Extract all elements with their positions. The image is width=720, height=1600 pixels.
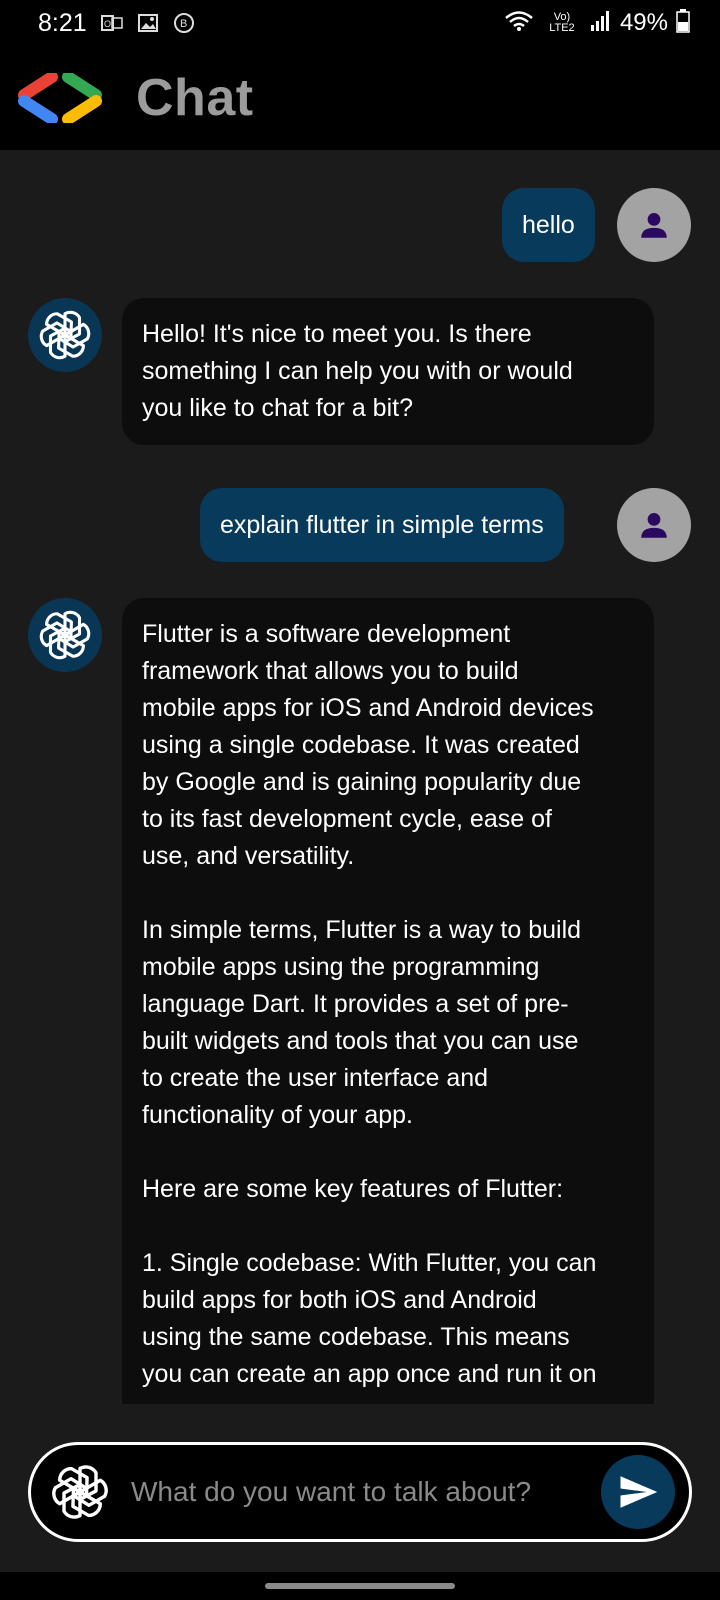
openai-logo-icon	[39, 610, 91, 660]
developer-brackets-logo	[14, 71, 106, 125]
openai-logo-icon	[39, 310, 91, 360]
send-icon	[620, 1476, 658, 1508]
user-avatar	[617, 488, 691, 562]
assistant-message-bubble: Hello! It's nice to meet you. Is there s…	[122, 298, 654, 445]
user-avatar	[617, 188, 691, 262]
svg-text:O: O	[104, 19, 111, 29]
signal-icon	[590, 10, 612, 37]
svg-text:B: B	[180, 18, 187, 30]
person-icon	[641, 512, 667, 538]
b-badge-icon: B	[173, 13, 195, 33]
wifi-icon	[504, 10, 534, 37]
volte-lte2-icon: Vo) LTE2	[549, 11, 575, 34]
page-title: Chat	[136, 69, 254, 127]
status-right: Vo) LTE2 49%	[504, 8, 690, 38]
battery-icon	[676, 8, 690, 38]
assistant-avatar	[28, 598, 102, 672]
assistant-message-bubble: Flutter is a software development framew…	[122, 598, 654, 1404]
assistant-avatar	[28, 298, 102, 372]
app-bar: Chat	[0, 46, 720, 150]
composer	[28, 1442, 692, 1542]
chat-message-list[interactable]: hello Hello! It's nice to meet you. Is t…	[0, 150, 720, 1404]
send-button[interactable]	[601, 1455, 675, 1529]
home-indicator[interactable]	[265, 1583, 455, 1589]
user-message-bubble: hello	[502, 188, 595, 262]
message-input[interactable]	[129, 1475, 601, 1509]
system-nav-bar	[0, 1572, 720, 1600]
user-message-bubble: explain flutter in simple terms	[200, 488, 564, 562]
gallery-icon	[137, 13, 159, 33]
battery-percent: 49%	[619, 9, 668, 36]
status-time: 8:21	[38, 8, 87, 37]
status-left: 8:21 O B	[38, 9, 195, 38]
outlook-icon: O	[100, 13, 123, 33]
person-icon	[641, 212, 667, 238]
status-bar: 8:21 O B Vo) LTE2 49%	[0, 0, 720, 46]
openai-logo-icon	[47, 1459, 113, 1525]
